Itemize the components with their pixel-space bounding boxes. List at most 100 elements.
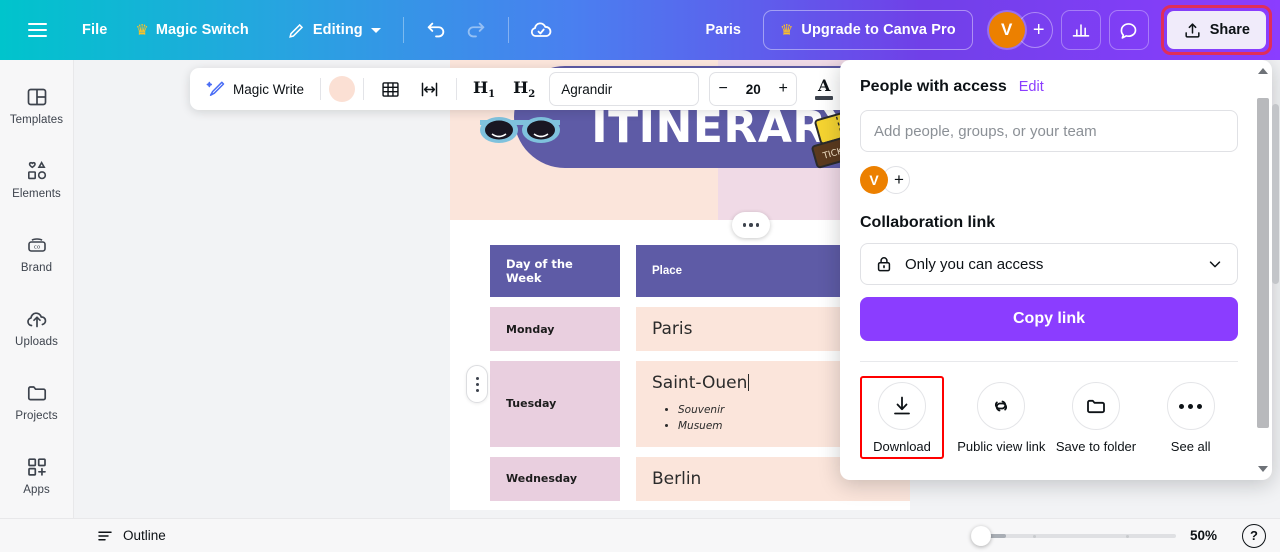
toolbar-divider — [402, 17, 404, 43]
h1-label: H1 — [473, 77, 496, 101]
add-people-input[interactable] — [860, 110, 1238, 152]
zoom-controls: 50% ? — [971, 523, 1266, 548]
edit-access-link[interactable]: Edit — [1019, 79, 1044, 95]
magic-wand-icon — [206, 81, 225, 96]
crown-icon: ♛ — [779, 21, 794, 39]
access-level-value: Only you can access — [905, 255, 1044, 273]
upgrade-to-canva-pro-button[interactable]: ♛ Upgrade to Canva Pro — [762, 10, 973, 50]
magic-switch-button[interactable]: ♛ Magic Switch — [125, 12, 259, 48]
redo-button[interactable] — [456, 10, 496, 50]
scroll-up-arrow-icon[interactable] — [1256, 64, 1270, 78]
public-view-link-button[interactable] — [977, 382, 1026, 430]
zoom-tick — [1033, 534, 1036, 538]
cell-day[interactable]: Tuesday — [490, 361, 620, 447]
table-options-button[interactable] — [372, 72, 409, 106]
zoom-slider[interactable] — [971, 525, 1176, 546]
public-view-link-action[interactable]: Public view link — [954, 376, 1049, 459]
see-all-button[interactable] — [1166, 382, 1215, 430]
zoom-tick — [1126, 534, 1129, 538]
cloud-save-button[interactable] — [521, 10, 561, 50]
share-label: Share — [1209, 22, 1250, 38]
avatar[interactable]: V — [988, 12, 1025, 48]
avatar[interactable]: V — [860, 166, 888, 194]
text-format-toolbar: Magic Write H1 H2 Agrandir − 20 + A — [190, 68, 850, 110]
file-menu-button[interactable]: File — [72, 12, 117, 48]
font-family-value: Agrandir — [561, 81, 613, 97]
font-family-select[interactable]: Agrandir — [549, 72, 700, 106]
zoom-slider-knob[interactable] — [971, 525, 991, 546]
cell-day[interactable]: Wednesday — [490, 456, 620, 501]
hamburger-menu-icon[interactable] — [18, 11, 56, 49]
undo-icon — [427, 22, 444, 38]
h2-label: H2 — [513, 77, 536, 101]
sunglasses-illustration — [480, 117, 560, 143]
bottom-status-bar: Outline 50% ? — [0, 518, 1280, 552]
scroll-down-arrow-icon[interactable] — [1256, 462, 1270, 476]
cell-day[interactable]: Monday — [490, 307, 620, 351]
font-size-value[interactable]: 20 — [736, 82, 770, 97]
copy-link-button[interactable]: Copy link — [860, 297, 1238, 341]
sidebar-item-uploads[interactable]: Uploads — [2, 296, 72, 358]
link-icon — [995, 400, 1008, 412]
chevron-down-icon — [1209, 261, 1221, 268]
sidebar-item-brand[interactable]: co Brand — [2, 222, 72, 284]
magic-write-label: Magic Write — [233, 81, 305, 97]
access-level-select[interactable]: Only you can access — [860, 243, 1238, 285]
toolbar-divider-2 — [507, 17, 509, 43]
collaborators-group: V + — [988, 12, 1053, 48]
people-with-access-header: People with access Edit — [860, 78, 1252, 96]
sidebar-item-label: Elements — [12, 187, 61, 200]
redo-icon — [467, 22, 484, 38]
outline-button[interactable]: Outline — [88, 523, 174, 549]
heading-1-button[interactable]: H1 — [465, 72, 503, 106]
editing-label: Editing — [312, 22, 363, 38]
cell-width-button[interactable] — [411, 72, 448, 106]
save-to-folder-label: Save to folder — [1055, 439, 1137, 454]
insights-button[interactable] — [1060, 10, 1101, 50]
pencil-icon — [289, 23, 304, 38]
magic-write-button[interactable]: Magic Write — [198, 72, 312, 106]
sidebar-item-label: Templates — [9, 113, 64, 126]
text-color-glyph: A — [817, 76, 831, 95]
sidebar-item-templates[interactable]: Templates — [2, 74, 72, 136]
page-scrollbar-thumb[interactable] — [1272, 104, 1279, 284]
sidebar-item-label: Uploads — [15, 335, 58, 348]
page-scrollbar[interactable] — [1272, 62, 1279, 518]
lock-icon — [877, 257, 891, 272]
panel-scrollbar-thumb[interactable] — [1257, 98, 1269, 428]
row-drag-handle-icon[interactable] — [466, 365, 488, 403]
font-size-increase-button[interactable]: + — [770, 80, 796, 98]
see-all-action[interactable]: See all — [1143, 376, 1238, 459]
cloud-saved-icon — [530, 22, 552, 37]
fill-color-swatch[interactable] — [329, 76, 356, 102]
cell-width-icon — [421, 82, 438, 96]
font-size-decrease-button[interactable]: − — [710, 80, 736, 98]
share-actions-row: Download Public view link Save to folder… — [860, 376, 1238, 460]
share-button[interactable]: Share — [1166, 11, 1266, 49]
editing-mode-button[interactable]: Editing — [277, 12, 391, 48]
document-title[interactable]: Paris — [705, 22, 740, 38]
public-view-link-label: Public view link — [957, 439, 1046, 454]
magic-switch-label: Magic Switch — [155, 22, 249, 38]
element-more-options-button[interactable] — [732, 212, 770, 238]
sidebar-item-apps[interactable]: Apps — [2, 444, 72, 506]
zoom-level-value[interactable]: 50% — [1190, 528, 1228, 543]
svg-text:co: co — [33, 244, 40, 250]
people-with-access-title: People with access — [860, 78, 1007, 95]
save-to-folder-button[interactable] — [1072, 382, 1120, 430]
sidebar-item-projects[interactable]: Projects — [2, 370, 72, 432]
sidebar-item-elements[interactable]: Elements — [2, 148, 72, 210]
outline-label: Outline — [123, 528, 166, 543]
download-action-highlighted[interactable]: Download — [860, 376, 944, 460]
save-to-folder-action[interactable]: Save to folder — [1049, 376, 1144, 459]
panel-scrollbar[interactable] — [1256, 64, 1270, 476]
outline-icon — [98, 531, 112, 540]
heading-2-button[interactable]: H2 — [505, 72, 543, 106]
text-color-button[interactable]: A — [807, 72, 841, 106]
undo-button[interactable] — [416, 10, 456, 50]
toolbar-divider — [456, 78, 458, 100]
text-color-bar — [815, 96, 834, 100]
help-button[interactable]: ? — [1242, 523, 1266, 548]
comments-button[interactable] — [1108, 10, 1149, 50]
download-button[interactable] — [878, 382, 926, 430]
